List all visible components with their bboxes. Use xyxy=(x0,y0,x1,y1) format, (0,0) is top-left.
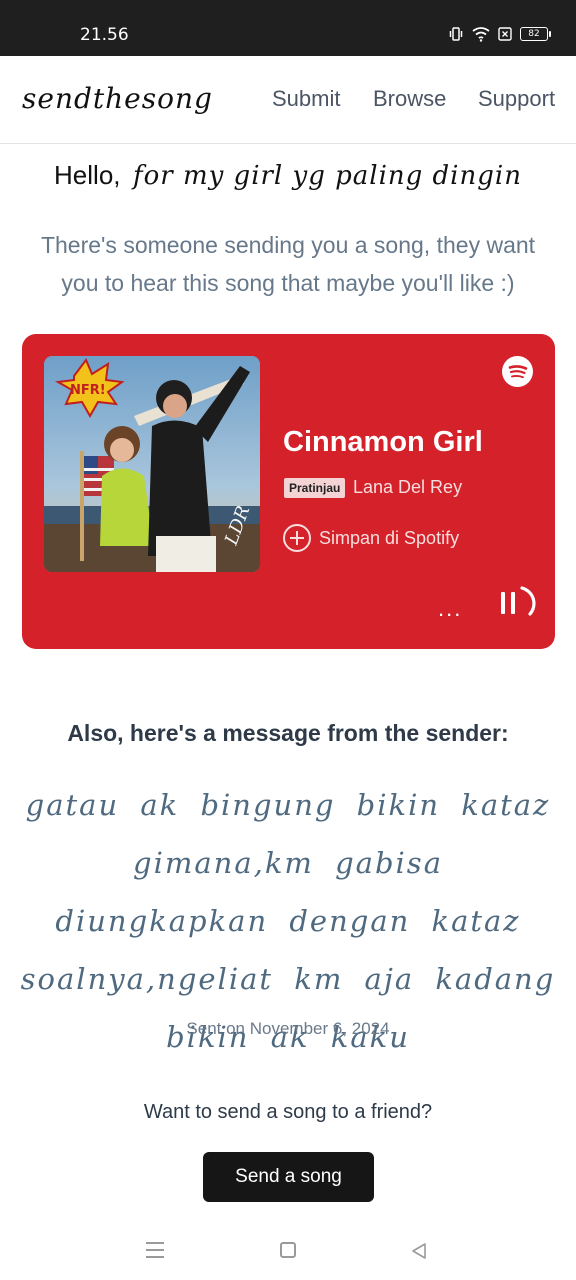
more-options-button[interactable]: ... xyxy=(438,596,462,622)
save-to-spotify-button[interactable]: Simpan di Spotify xyxy=(283,524,459,552)
cta-text: Want to send a song to a friend? xyxy=(143,1101,433,1123)
status-time: 21.56 xyxy=(80,25,129,45)
wifi-icon xyxy=(472,27,490,42)
home-icon[interactable] xyxy=(280,1242,296,1258)
site-logo[interactable]: sendthesong xyxy=(22,82,213,115)
greeting-recipient: for my girl yg paling dingin xyxy=(132,161,522,191)
battery-icon: 82 xyxy=(520,27,551,41)
nav-support-link[interactable]: Support xyxy=(478,86,555,112)
menu-icon[interactable] xyxy=(146,1242,164,1258)
nav-submit-link[interactable]: Submit xyxy=(272,86,340,112)
vibrate-icon xyxy=(449,27,463,41)
nav-browse-link[interactable]: Browse xyxy=(373,86,446,112)
spotify-icon[interactable] xyxy=(502,356,533,387)
album-cover-art: NFR! LDR xyxy=(44,356,260,572)
sent-date: Sent on November 6, 2024 xyxy=(186,1019,390,1038)
status-icons: 82 xyxy=(448,26,551,42)
greeting-hello: Hello, xyxy=(54,160,121,190)
battery-level: 82 xyxy=(528,29,540,39)
send-a-song-button[interactable]: Send a song xyxy=(203,1152,374,1202)
spotify-player: NFR! LDR Cinnamon Girl Pratinjau Lana De… xyxy=(22,334,555,649)
album-cover[interactable]: NFR! LDR xyxy=(44,356,260,572)
track-title[interactable]: Cinnamon Girl xyxy=(283,426,483,459)
greeting: Hello, for my girl yg paling dingin xyxy=(0,160,576,191)
add-circle-icon xyxy=(283,524,311,552)
save-to-spotify-label: Simpan di Spotify xyxy=(319,527,460,548)
system-nav-bar xyxy=(0,1236,576,1266)
intro-text: There's someone sending you a song, they… xyxy=(40,232,536,296)
message-heading: Also, here's a message from the sender: xyxy=(67,720,509,746)
status-bar: 21.56 82 xyxy=(0,0,576,56)
preview-badge: Pratinjau xyxy=(284,478,346,498)
cover-stamp-text: NFR! xyxy=(70,383,106,398)
sim-icon xyxy=(498,27,512,41)
pause-icon[interactable] xyxy=(496,582,536,622)
back-icon[interactable] xyxy=(410,1242,428,1260)
top-nav: sendthesong Submit Browse Support xyxy=(0,56,576,144)
artist-name[interactable]: Lana Del Rey xyxy=(353,477,462,498)
